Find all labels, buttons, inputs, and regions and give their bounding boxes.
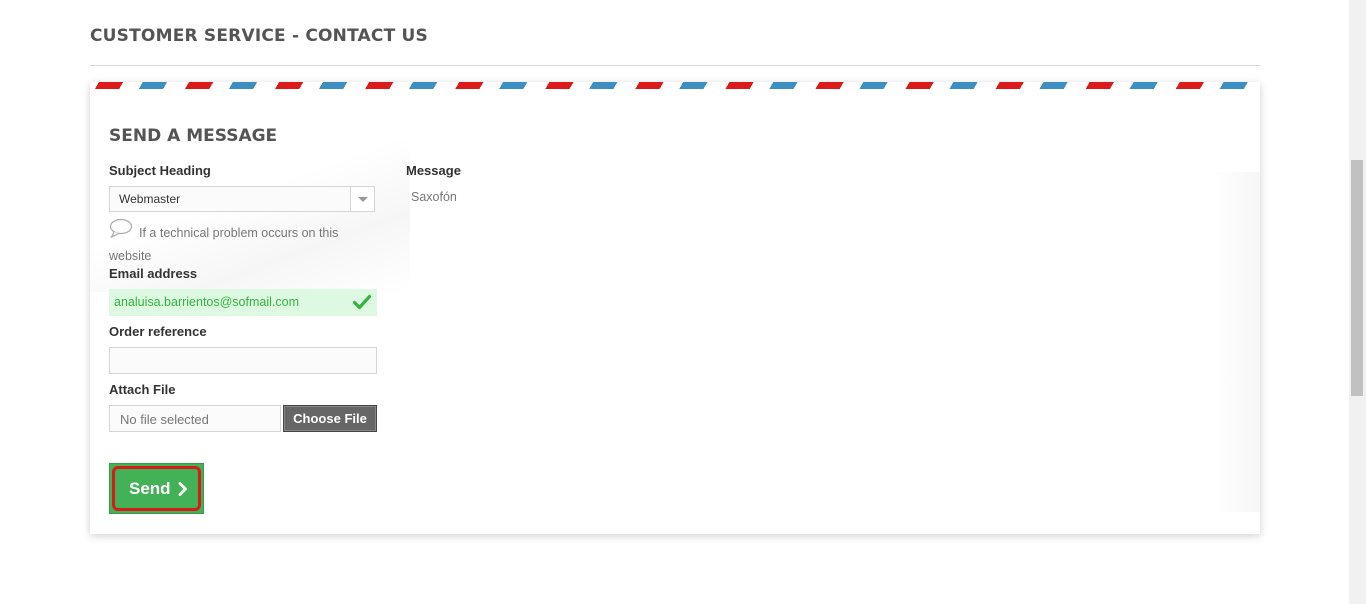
subject-heading-value: Webmaster (119, 192, 181, 206)
form-heading: SEND A MESSAGE (109, 126, 278, 146)
paper-shading-right (1210, 172, 1260, 512)
subject-heading-label: Subject Heading (109, 163, 211, 178)
title-divider (90, 65, 1260, 66)
page-title: CUSTOMER SERVICE - CONTACT US (90, 26, 428, 46)
email-field[interactable]: analuisa.barrientos@sofmail.com (109, 289, 377, 316)
send-button-container: Send (109, 463, 204, 514)
subject-heading-select[interactable]: Webmaster (109, 186, 375, 212)
email-value: analuisa.barrientos@sofmail.com (114, 295, 299, 309)
airmail-border (90, 82, 1260, 89)
file-name-display: No file selected (109, 405, 281, 432)
attach-file-label: Attach File (109, 382, 176, 397)
contact-form-card: SEND A MESSAGE Subject Heading Webmaster… (90, 82, 1260, 534)
scrollbar-thumb[interactable] (1351, 160, 1363, 396)
check-icon (353, 294, 371, 310)
email-label: Email address (109, 266, 198, 281)
message-label: Message (406, 163, 461, 178)
send-label: Send (129, 479, 171, 498)
message-textarea[interactable]: Saxofón (411, 190, 457, 204)
send-button[interactable]: Send (112, 466, 201, 511)
subject-hint: If a technical problem occurs on this we… (109, 226, 339, 263)
order-reference-label: Order reference (109, 324, 207, 339)
choose-file-button[interactable]: Choose File (283, 405, 377, 432)
order-reference-input[interactable] (109, 347, 377, 374)
chevron-right-icon (178, 482, 187, 496)
chevron-down-icon[interactable] (350, 187, 374, 211)
page-scrollbar[interactable] (1349, 0, 1366, 604)
